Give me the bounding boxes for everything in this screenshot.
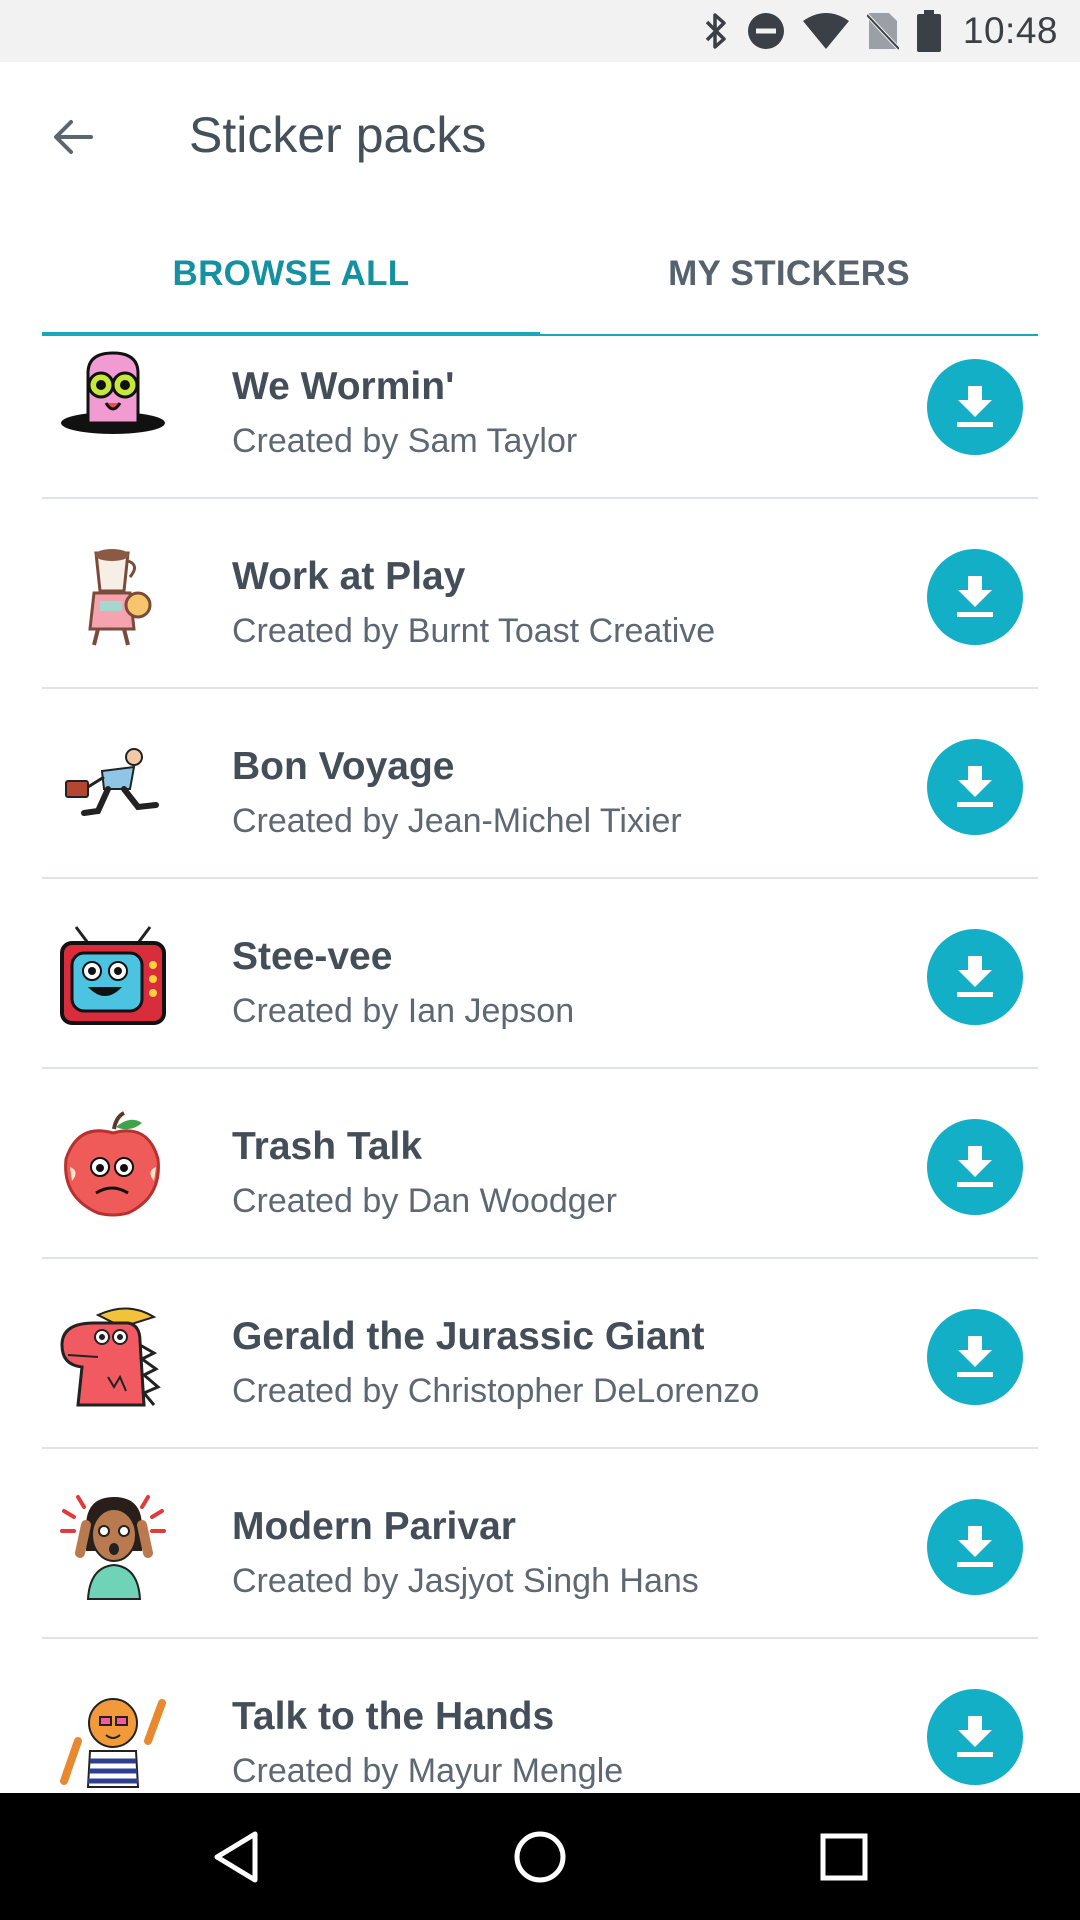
download-button[interactable] — [927, 929, 1023, 1025]
pack-name: Modern Parivar — [232, 1505, 516, 1548]
pack-name: Bon Voyage — [232, 745, 455, 788]
apple-core-sticker-icon — [64, 1111, 160, 1217]
sticker-pack-list[interactable]: We Wormin' Created by Sam Taylor Work at… — [0, 337, 1080, 1793]
pack-author: Created by Mayur Mengle — [232, 1752, 624, 1790]
page-title: Sticker packs — [189, 107, 487, 163]
tab-my-stickers[interactable]: MY STICKERS — [540, 212, 1038, 336]
rock-hands-sticker-icon — [60, 1698, 166, 1788]
pack-name: Work at Play — [232, 555, 466, 598]
tab-bar: BROWSE ALL MY STICKERS — [42, 212, 1038, 336]
download-icon — [957, 766, 993, 807]
list-item[interactable]: Trash Talk Created by Dan Woodger — [0, 1069, 1080, 1259]
pack-author: Created by Burnt Toast Creative — [232, 612, 716, 650]
download-icon — [957, 576, 993, 617]
download-button[interactable] — [927, 739, 1023, 835]
pack-name: Trash Talk — [232, 1125, 423, 1168]
dinosaur-sticker-icon — [60, 1307, 161, 1407]
navigation-bar — [0, 1793, 1080, 1920]
worm-sticker-icon — [61, 351, 165, 434]
list-item[interactable]: Gerald the Jurassic Giant Created by Chr… — [0, 1259, 1080, 1449]
bluetooth-icon — [703, 11, 729, 51]
download-button[interactable] — [927, 1309, 1023, 1405]
download-button[interactable] — [927, 359, 1023, 455]
status-time: 10:48 — [962, 10, 1058, 51]
app-bar: Sticker packs — [0, 62, 1080, 212]
running-traveler-sticker-icon — [65, 748, 159, 816]
list-item[interactable]: Modern Parivar Created by Jasjyot Singh … — [0, 1449, 1080, 1639]
battery-icon — [916, 10, 941, 52]
status-icons: 10:48 — [685, 0, 1058, 62]
pack-author: Created by Ian Jepson — [232, 992, 575, 1030]
pack-author: Created by Jasjyot Singh Hans — [232, 1562, 699, 1600]
list-item[interactable]: Talk to the Hands Created by Mayur Mengl… — [0, 1639, 1080, 1793]
pack-author: Created by Christopher DeLorenzo — [232, 1372, 760, 1410]
tab-active-indicator — [42, 332, 540, 336]
arrow-back-icon — [54, 120, 93, 154]
download-button[interactable] — [927, 549, 1023, 645]
wifi-icon — [802, 13, 849, 49]
pack-author: Created by Jean-Michel Tixier — [232, 802, 682, 840]
download-icon — [957, 956, 993, 997]
tab-browse-all[interactable]: BROWSE ALL — [42, 212, 540, 336]
download-icon — [957, 1526, 993, 1567]
list-item[interactable]: We Wormin' Created by Sam Taylor — [0, 337, 1080, 499]
pack-author: Created by Dan Woodger — [232, 1182, 617, 1220]
download-icon — [957, 1146, 993, 1187]
download-icon — [957, 386, 993, 427]
download-button[interactable] — [927, 1689, 1023, 1785]
tv-character-sticker-icon — [60, 926, 166, 1025]
download-icon — [957, 1336, 993, 1377]
back-button[interactable] — [40, 104, 106, 170]
do-not-disturb-icon — [747, 12, 785, 50]
status-bar: 10:48 — [0, 0, 1080, 62]
surprised-woman-sticker-icon — [60, 1495, 166, 1600]
pack-name: We Wormin' — [232, 365, 455, 408]
coffee-cup-character-sticker-icon — [88, 549, 152, 646]
recents-square-icon — [820, 1833, 868, 1881]
pack-name: Stee-vee — [232, 935, 393, 978]
nav-home-button[interactable] — [500, 1817, 580, 1897]
download-button[interactable] — [927, 1499, 1023, 1595]
list-item[interactable]: Stee-vee Created by Ian Jepson — [0, 879, 1080, 1069]
nav-recents-button[interactable] — [804, 1817, 884, 1897]
pack-author: Created by Sam Taylor — [232, 422, 578, 460]
list-item[interactable]: Work at Play Created by Burnt Toast Crea… — [0, 499, 1080, 689]
nav-back-button[interactable] — [196, 1817, 276, 1897]
download-icon — [957, 1716, 993, 1757]
download-button[interactable] — [927, 1119, 1023, 1215]
back-triangle-icon — [214, 1831, 258, 1883]
no-sim-icon — [866, 11, 899, 51]
home-circle-icon — [514, 1831, 566, 1883]
pack-name: Talk to the Hands — [232, 1695, 555, 1738]
list-item[interactable]: Bon Voyage Created by Jean-Michel Tixier — [0, 689, 1080, 879]
pack-name: Gerald the Jurassic Giant — [232, 1315, 705, 1358]
